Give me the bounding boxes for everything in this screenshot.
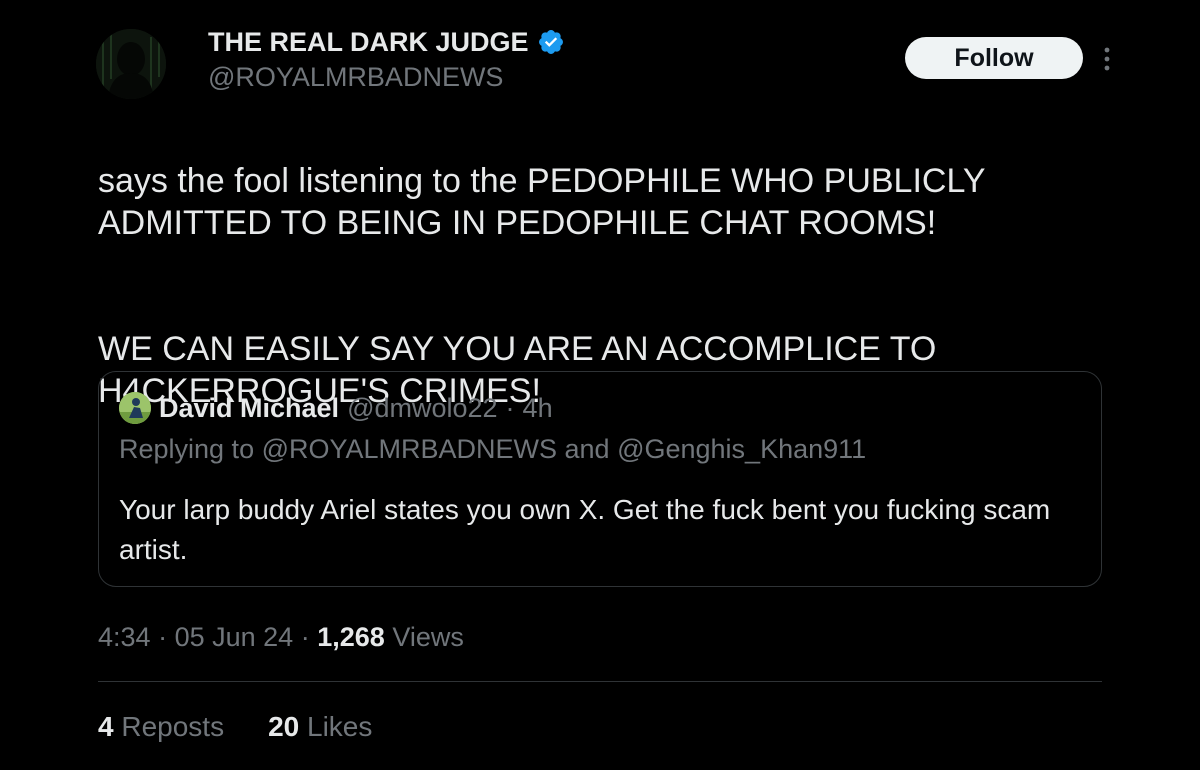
tweet-date[interactable]: 05 Jun 24 xyxy=(175,622,294,652)
reposts-stat[interactable]: 4 Reposts xyxy=(98,711,224,743)
quoted-tweet-card[interactable]: David Michael @dmwolo22 · 4h Replying to… xyxy=(98,371,1102,587)
likes-label: Likes xyxy=(307,711,373,742)
author-display-name[interactable]: THE REAL DARK JUDGE xyxy=(208,27,529,58)
engagement-stats: 4 Reposts 20 Likes xyxy=(98,711,372,743)
follow-button[interactable]: Follow xyxy=(905,37,1083,79)
quoted-author-avatar[interactable] xyxy=(119,392,151,424)
verified-badge-icon[interactable] xyxy=(537,28,565,56)
reposts-label: Reposts xyxy=(121,711,225,742)
separator-dot: · xyxy=(158,622,168,652)
author-handle[interactable]: @ROYALMRBADNEWS xyxy=(208,62,503,93)
quoted-tweet-text: Your larp buddy Ariel states you own X. … xyxy=(119,494,1051,565)
quoted-tweet-time[interactable]: 4h xyxy=(523,393,553,424)
quoted-tweet-header: David Michael @dmwolo22 · 4h xyxy=(119,392,553,424)
tweet-time[interactable]: 4:34 xyxy=(98,622,151,652)
author-name-row: THE REAL DARK JUDGE xyxy=(208,26,565,58)
likes-stat[interactable]: 20 Likes xyxy=(268,711,372,743)
reposts-count: 4 xyxy=(98,711,114,742)
divider xyxy=(98,681,1102,682)
tweet-meta: 4:34 · 05 Jun 24 · 1,268 Views xyxy=(98,622,464,653)
hooded-figure-avatar-icon xyxy=(96,29,166,99)
views-label: Views xyxy=(392,622,464,652)
quoted-author-handle[interactable]: @dmwolo22 xyxy=(347,393,497,424)
likes-count: 20 xyxy=(268,711,300,742)
separator-dot: · xyxy=(300,622,310,652)
vertical-ellipsis-icon[interactable] xyxy=(1098,44,1116,74)
replying-to-text: Replying to @ROYALMRBADNEWS and @Genghis… xyxy=(119,434,867,464)
views-count: 1,268 xyxy=(317,622,385,652)
separator-dot: · xyxy=(505,392,515,423)
quoted-avatar-icon xyxy=(119,392,151,424)
author-avatar[interactable] xyxy=(96,29,166,99)
tweet-paragraph: says the fool listening to the PEDOPHILE… xyxy=(98,162,985,242)
quoted-author-name[interactable]: David Michael xyxy=(159,393,339,424)
